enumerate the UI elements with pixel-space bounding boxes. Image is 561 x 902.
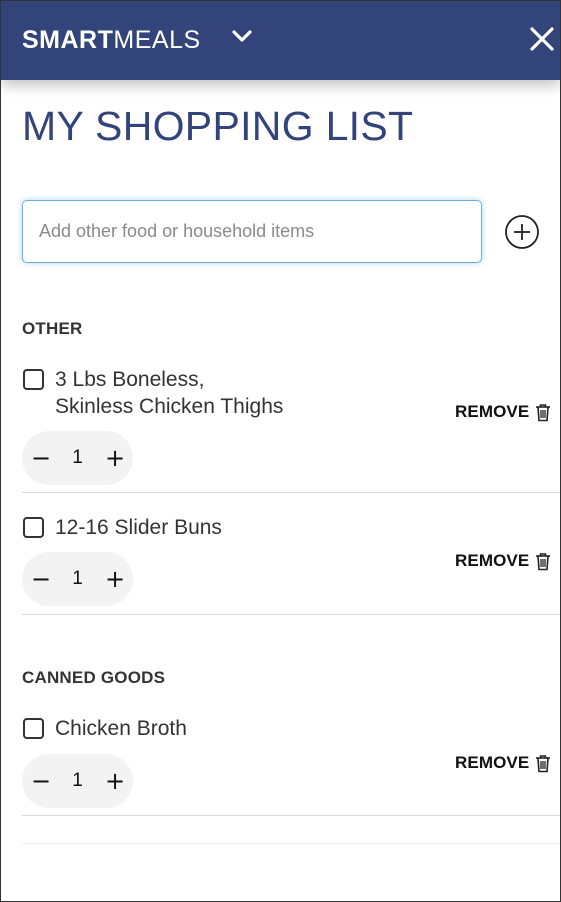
brand-logo-bold: SMART [22, 26, 114, 54]
quantity-stepper: − 1 + [22, 754, 133, 808]
item-name: Chicken Broth [55, 717, 187, 740]
decrement-button[interactable]: − [23, 754, 59, 808]
item-name: 12-16 Slider Buns [55, 516, 222, 539]
section-title-canned-goods: CANNED GOODS [22, 668, 166, 687]
item-name-line2: Skinless Chicken Thighs [55, 395, 284, 418]
increment-button[interactable]: + [97, 431, 133, 485]
remove-label: REMOVE [455, 402, 530, 421]
item-divider [22, 815, 560, 816]
close-icon[interactable] [528, 25, 556, 53]
quantity-stepper: − 1 + [22, 431, 133, 485]
remove-button[interactable]: REMOVE [455, 550, 551, 572]
shopping-list-panel: SMARTMEALS MY SHOPPING LIST OTHER 3 Lbs … [0, 0, 561, 902]
list-item: 12-16 Slider Buns REMOVE − 1 + [22, 514, 560, 610]
brand-logo: SMARTMEALS [22, 26, 201, 54]
brand-logo-light: MEALS [113, 26, 201, 54]
plus-circle-icon[interactable] [504, 214, 540, 250]
item-divider [22, 614, 560, 615]
trash-icon [536, 403, 551, 421]
quantity-value: 1 [72, 770, 83, 791]
increment-button[interactable]: + [97, 552, 133, 606]
increment-button[interactable]: + [97, 754, 133, 808]
app-header: SMARTMEALS [1, 1, 560, 80]
remove-button[interactable]: REMOVE [455, 401, 551, 423]
list-item: Chicken Broth REMOVE − 1 + [22, 715, 560, 811]
decrement-button[interactable]: − [23, 552, 59, 606]
add-item-input[interactable] [22, 200, 482, 263]
list-item: 3 Lbs Boneless, Skinless Chicken Thighs … [22, 366, 560, 488]
trash-icon [536, 754, 551, 772]
item-checkbox[interactable] [23, 517, 44, 538]
item-name-line1: 3 Lbs Boneless, [55, 368, 205, 391]
trash-icon [536, 552, 551, 570]
remove-button[interactable]: REMOVE [455, 752, 551, 774]
quantity-value: 1 [72, 447, 83, 468]
remove-label: REMOVE [455, 551, 530, 570]
quantity-value: 1 [72, 568, 83, 589]
item-checkbox[interactable] [23, 718, 44, 739]
item-divider [22, 492, 560, 493]
decrement-button[interactable]: − [23, 431, 59, 485]
page-title: MY SHOPPING LIST [22, 103, 414, 149]
quantity-stepper: − 1 + [22, 552, 133, 606]
section-title-other: OTHER [22, 319, 83, 338]
item-checkbox[interactable] [23, 369, 44, 390]
chevron-down-icon[interactable] [231, 27, 253, 45]
remove-label: REMOVE [455, 753, 530, 772]
list-end-divider [22, 843, 560, 844]
